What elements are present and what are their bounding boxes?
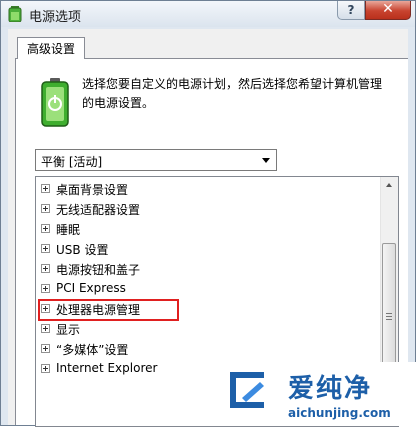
- expand-icon[interactable]: [41, 184, 50, 193]
- expand-icon[interactable]: [41, 224, 50, 233]
- watermark-logo-icon: [230, 372, 264, 408]
- tree-item-power-buttons[interactable]: 电源按钮和盖子: [36, 259, 376, 279]
- expand-icon[interactable]: [41, 264, 50, 273]
- tree-item-label: 睡眠: [56, 223, 81, 237]
- tree-item-wireless-adapter[interactable]: 无线适配器设置: [36, 199, 376, 219]
- battery-icon: [41, 78, 69, 127]
- grip-line: [386, 313, 392, 314]
- expand-icon[interactable]: [41, 364, 50, 373]
- tree-item-multimedia[interactable]: “多媒体”设置: [36, 339, 376, 359]
- watermark-url: aichunjing.com: [288, 406, 391, 420]
- tree-item-label: USB 设置: [56, 243, 109, 257]
- scroll-up-arrow-icon[interactable]: [381, 177, 398, 194]
- power-plan-value: 平衡 [活动]: [41, 155, 103, 169]
- expand-icon[interactable]: [41, 204, 50, 213]
- tab-advanced-settings[interactable]: 高级设置: [17, 37, 86, 59]
- tree-item-label: Internet Explorer: [56, 361, 158, 375]
- power-plan-dropdown[interactable]: 平衡 [活动]: [35, 149, 277, 171]
- tree-item-label: 电源按钮和盖子: [56, 263, 141, 277]
- description-text: 选择您要自定义的电源计划，然后选择您希望计算机管理的电源设置。: [82, 77, 383, 110]
- tree-item-desktop-background[interactable]: 桌面背景设置: [36, 179, 376, 199]
- tree-item-sleep[interactable]: 睡眠: [36, 219, 376, 239]
- title-bar[interactable]: 电源选项 ? ✕: [1, 1, 415, 27]
- watermark-name: 爱纯净: [288, 374, 373, 404]
- close-button[interactable]: ✕: [365, 1, 411, 20]
- expand-icon[interactable]: [41, 344, 50, 353]
- grip-line: [386, 319, 392, 320]
- watermark: 爱纯净 aichunjing.com: [212, 362, 416, 426]
- help-button[interactable]: ?: [337, 1, 365, 20]
- highlight-box: [38, 299, 179, 321]
- tree-item-usb[interactable]: USB 设置: [36, 239, 376, 259]
- expand-icon[interactable]: [41, 244, 50, 253]
- expand-icon[interactable]: [41, 324, 50, 333]
- chevron-down-icon: [262, 158, 270, 163]
- window-title: 电源选项: [29, 10, 82, 25]
- tree-item-display[interactable]: 显示: [36, 319, 376, 339]
- tree-item-label: 无线适配器设置: [56, 203, 141, 217]
- tree-item-pci-express[interactable]: PCI Express: [36, 279, 376, 299]
- grip-line: [386, 316, 392, 317]
- tree-item-label: 显示: [56, 323, 81, 337]
- tree-item-label: PCI Express: [56, 281, 126, 295]
- expand-icon[interactable]: [41, 284, 50, 293]
- tree-item-label: “多媒体”设置: [56, 343, 129, 357]
- power-options-icon: [8, 6, 22, 22]
- tree-item-label: 桌面背景设置: [56, 183, 129, 197]
